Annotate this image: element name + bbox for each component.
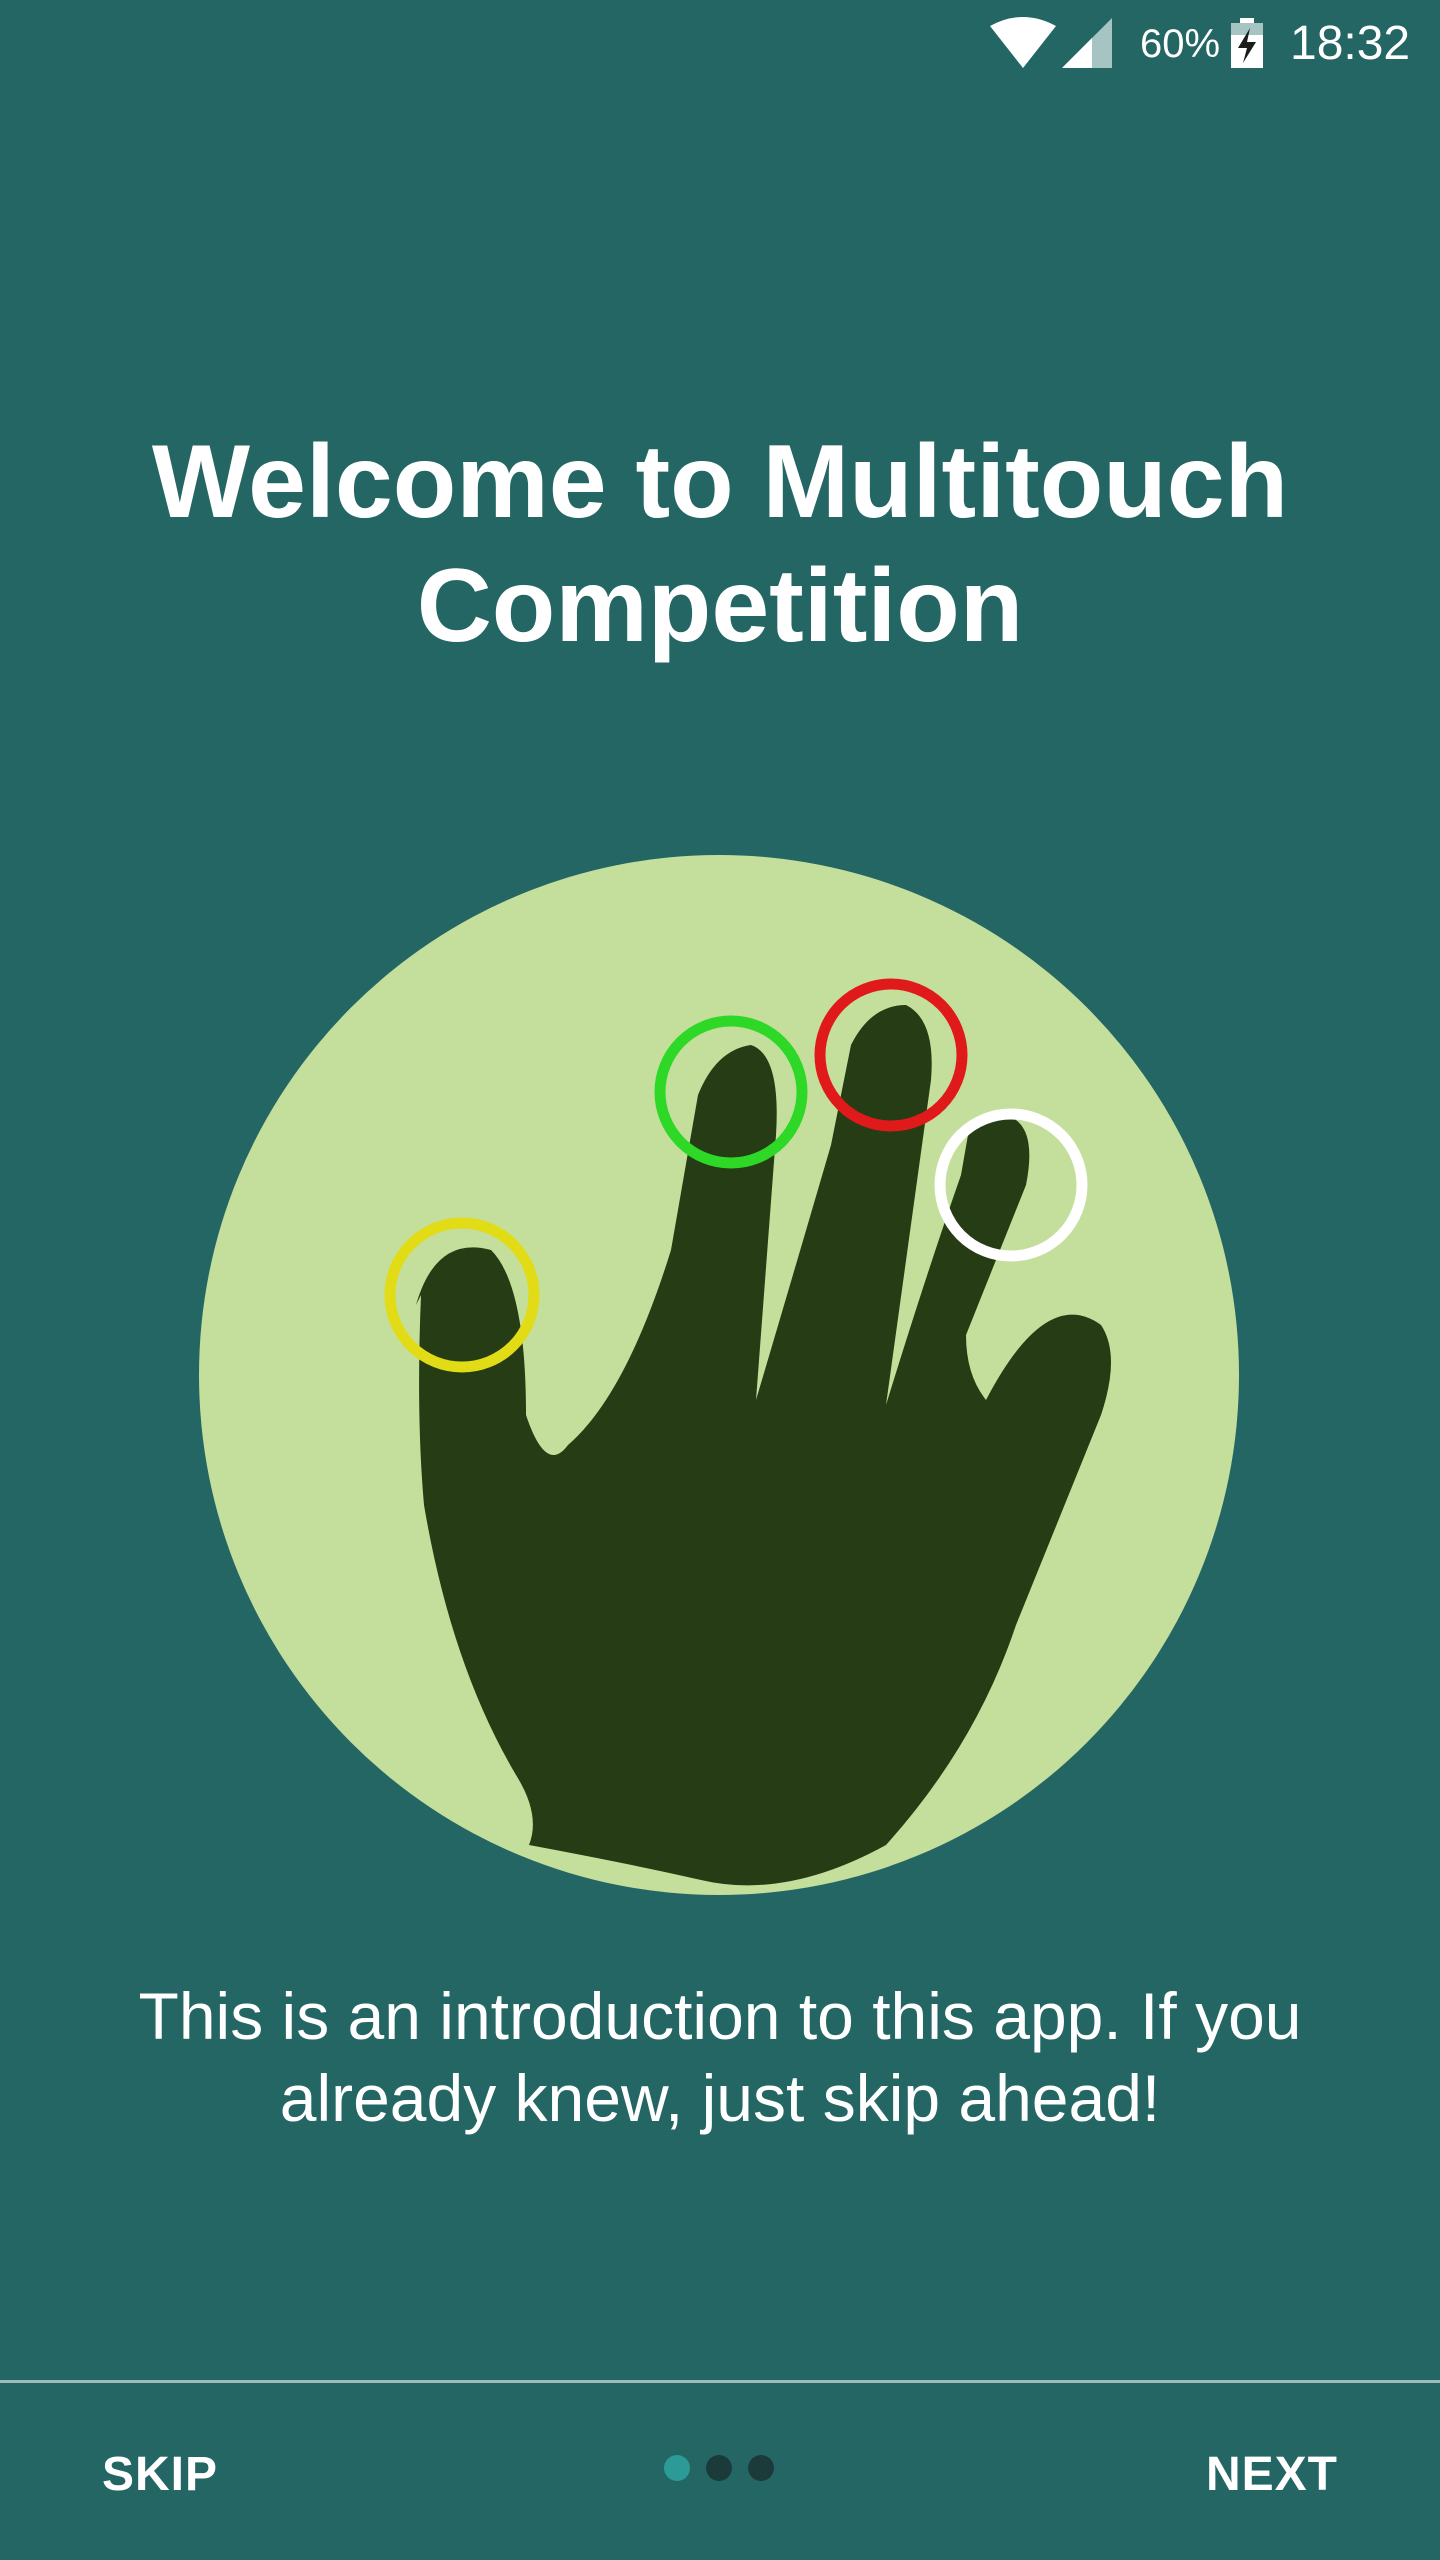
bottom-divider [0, 2380, 1440, 2383]
page-indicator [664, 2455, 776, 2485]
page-dot-2[interactable] [706, 2455, 732, 2481]
cell-signal-icon [1062, 18, 1112, 68]
wifi-icon [990, 17, 1056, 68]
battery-charging-icon [1231, 18, 1263, 68]
skip-button[interactable]: SKIP [96, 2445, 224, 2505]
intro-description: This is an introduction to this app. If … [138, 1979, 1302, 2135]
page-dot-3[interactable] [748, 2455, 774, 2481]
battery-percent: 60% [1140, 22, 1221, 66]
clock: 18:32 [1290, 17, 1411, 70]
page-dot-1[interactable] [664, 2455, 690, 2481]
multitouch-hand-illustration [199, 855, 1239, 1895]
intro-title: Welcome to Multitouch Competition [151, 424, 1289, 664]
next-button[interactable]: NEXT [1200, 2445, 1344, 2505]
status-bar: 60% 18:32 [0, 0, 1440, 92]
